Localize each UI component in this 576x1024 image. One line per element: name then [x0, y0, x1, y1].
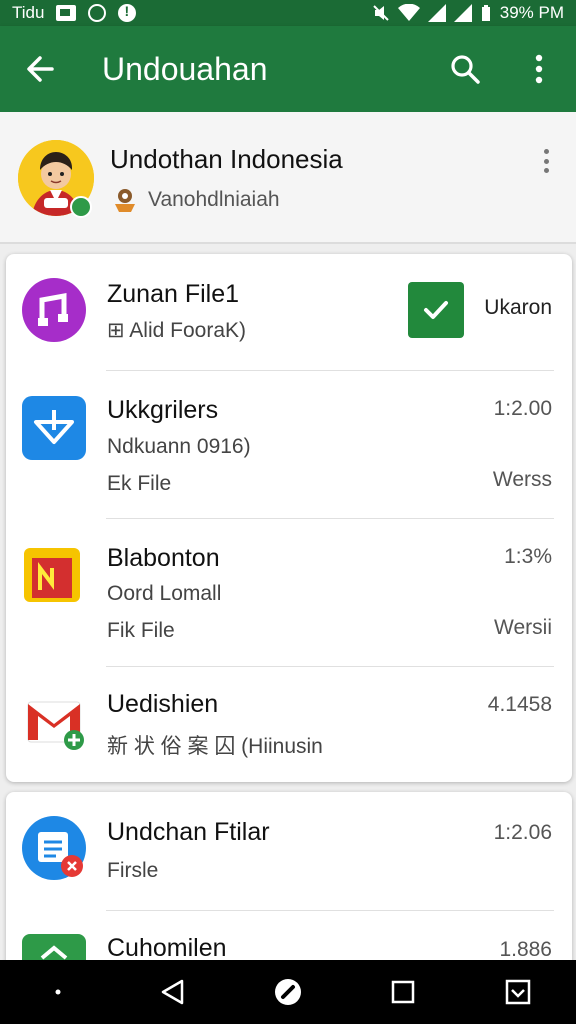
image-icon	[56, 5, 77, 21]
nav-home-button[interactable]	[258, 962, 318, 1022]
item-file-type: Fik File	[107, 619, 175, 642]
item-subtitle: Ndkuann 0916)	[107, 435, 251, 458]
profile-name: Undothan Indonesia	[110, 144, 343, 174]
divider	[106, 370, 554, 371]
item-subtitle: ⊞ Alid FooraK)	[107, 318, 246, 343]
back-arrow-icon	[27, 56, 54, 82]
signal-icon	[453, 4, 472, 22]
status-right-text: 39% PM	[499, 3, 564, 22]
grid-icon: ⊞	[107, 319, 125, 342]
downloads-card: Zunan File1 ⊞ Alid FooraK) Ukaron Ukkgri…	[6, 254, 572, 782]
item-subtitle: Oord Lomall	[107, 582, 222, 605]
small-dot-icon	[55, 989, 61, 995]
status-time: Tidu	[12, 3, 45, 22]
home-circle-icon	[274, 979, 301, 1005]
item-subtitle: Firsle	[107, 859, 159, 882]
gear-icon	[88, 4, 107, 22]
item-title: Zunan File1	[107, 280, 240, 308]
search-button[interactable]	[428, 26, 502, 112]
more-vert-icon[interactable]	[534, 146, 558, 176]
item-subtitle-text: Alid FooraK)	[129, 319, 247, 342]
online-badge	[70, 196, 92, 218]
profile-header	[0, 112, 576, 244]
divider	[106, 910, 554, 911]
item-title: Undchan Ftilar	[107, 818, 270, 846]
news-app-icon	[24, 548, 80, 602]
item-file-type: Ek File	[107, 472, 172, 495]
item-size: 1:2.06	[493, 821, 552, 844]
mute-icon	[373, 5, 389, 21]
divider	[106, 666, 554, 667]
download-box-icon	[506, 979, 531, 1005]
item-version: Werss	[492, 468, 552, 491]
app-bar: Undouahan	[0, 26, 576, 112]
download-app-icon	[22, 396, 86, 460]
item-size: 1:2.00	[493, 397, 552, 420]
status-bar: Tidu 39% PM	[0, 0, 576, 26]
item-title: Blabonton	[107, 544, 220, 572]
docs-app-icon	[22, 816, 86, 880]
item-title: Cuhomilen	[107, 934, 227, 962]
check-icon	[424, 301, 448, 319]
back-triangle-icon	[161, 979, 184, 1005]
divider	[106, 518, 554, 519]
item-size: 1:3%	[504, 545, 552, 568]
battery-icon	[481, 5, 490, 21]
item-title: Uedishien	[107, 690, 219, 718]
item-subtitle: 新 状 俗 案 囚 (Hiinusin	[107, 735, 323, 758]
profile-subtitle: Vanohdlniaiah	[148, 188, 280, 211]
item-right-label: Ukaron	[484, 296, 552, 319]
checkbox[interactable]	[408, 282, 464, 338]
system-nav-bar	[0, 960, 576, 1024]
page-title: Undouahan	[102, 50, 268, 87]
item-size: 1.886	[499, 938, 552, 961]
more-options-button[interactable]	[502, 26, 576, 112]
downloads-card-2: Undchan Ftilar Firsle 1:2.06 Cuhomilen 1…	[6, 792, 572, 972]
signal-icon	[427, 4, 446, 22]
nav-download-button[interactable]	[488, 962, 548, 1022]
nav-back-button[interactable]	[143, 962, 203, 1022]
music-app-icon	[22, 278, 86, 342]
wifi-icon	[397, 4, 420, 21]
recents-square-icon	[391, 980, 415, 1004]
more-vert-icon	[535, 54, 543, 84]
small-badge-icon	[115, 189, 135, 212]
gmail-icon	[27, 701, 84, 750]
item-size: 4.1458	[487, 693, 552, 716]
back-button[interactable]	[0, 26, 80, 112]
item-version: Wersii	[494, 616, 552, 639]
nav-extra-button[interactable]	[28, 962, 88, 1022]
alert-icon	[118, 3, 137, 22]
search-icon	[451, 55, 480, 84]
nav-recents-button[interactable]	[373, 962, 433, 1022]
item-title: Ukkgrilers	[107, 396, 219, 424]
